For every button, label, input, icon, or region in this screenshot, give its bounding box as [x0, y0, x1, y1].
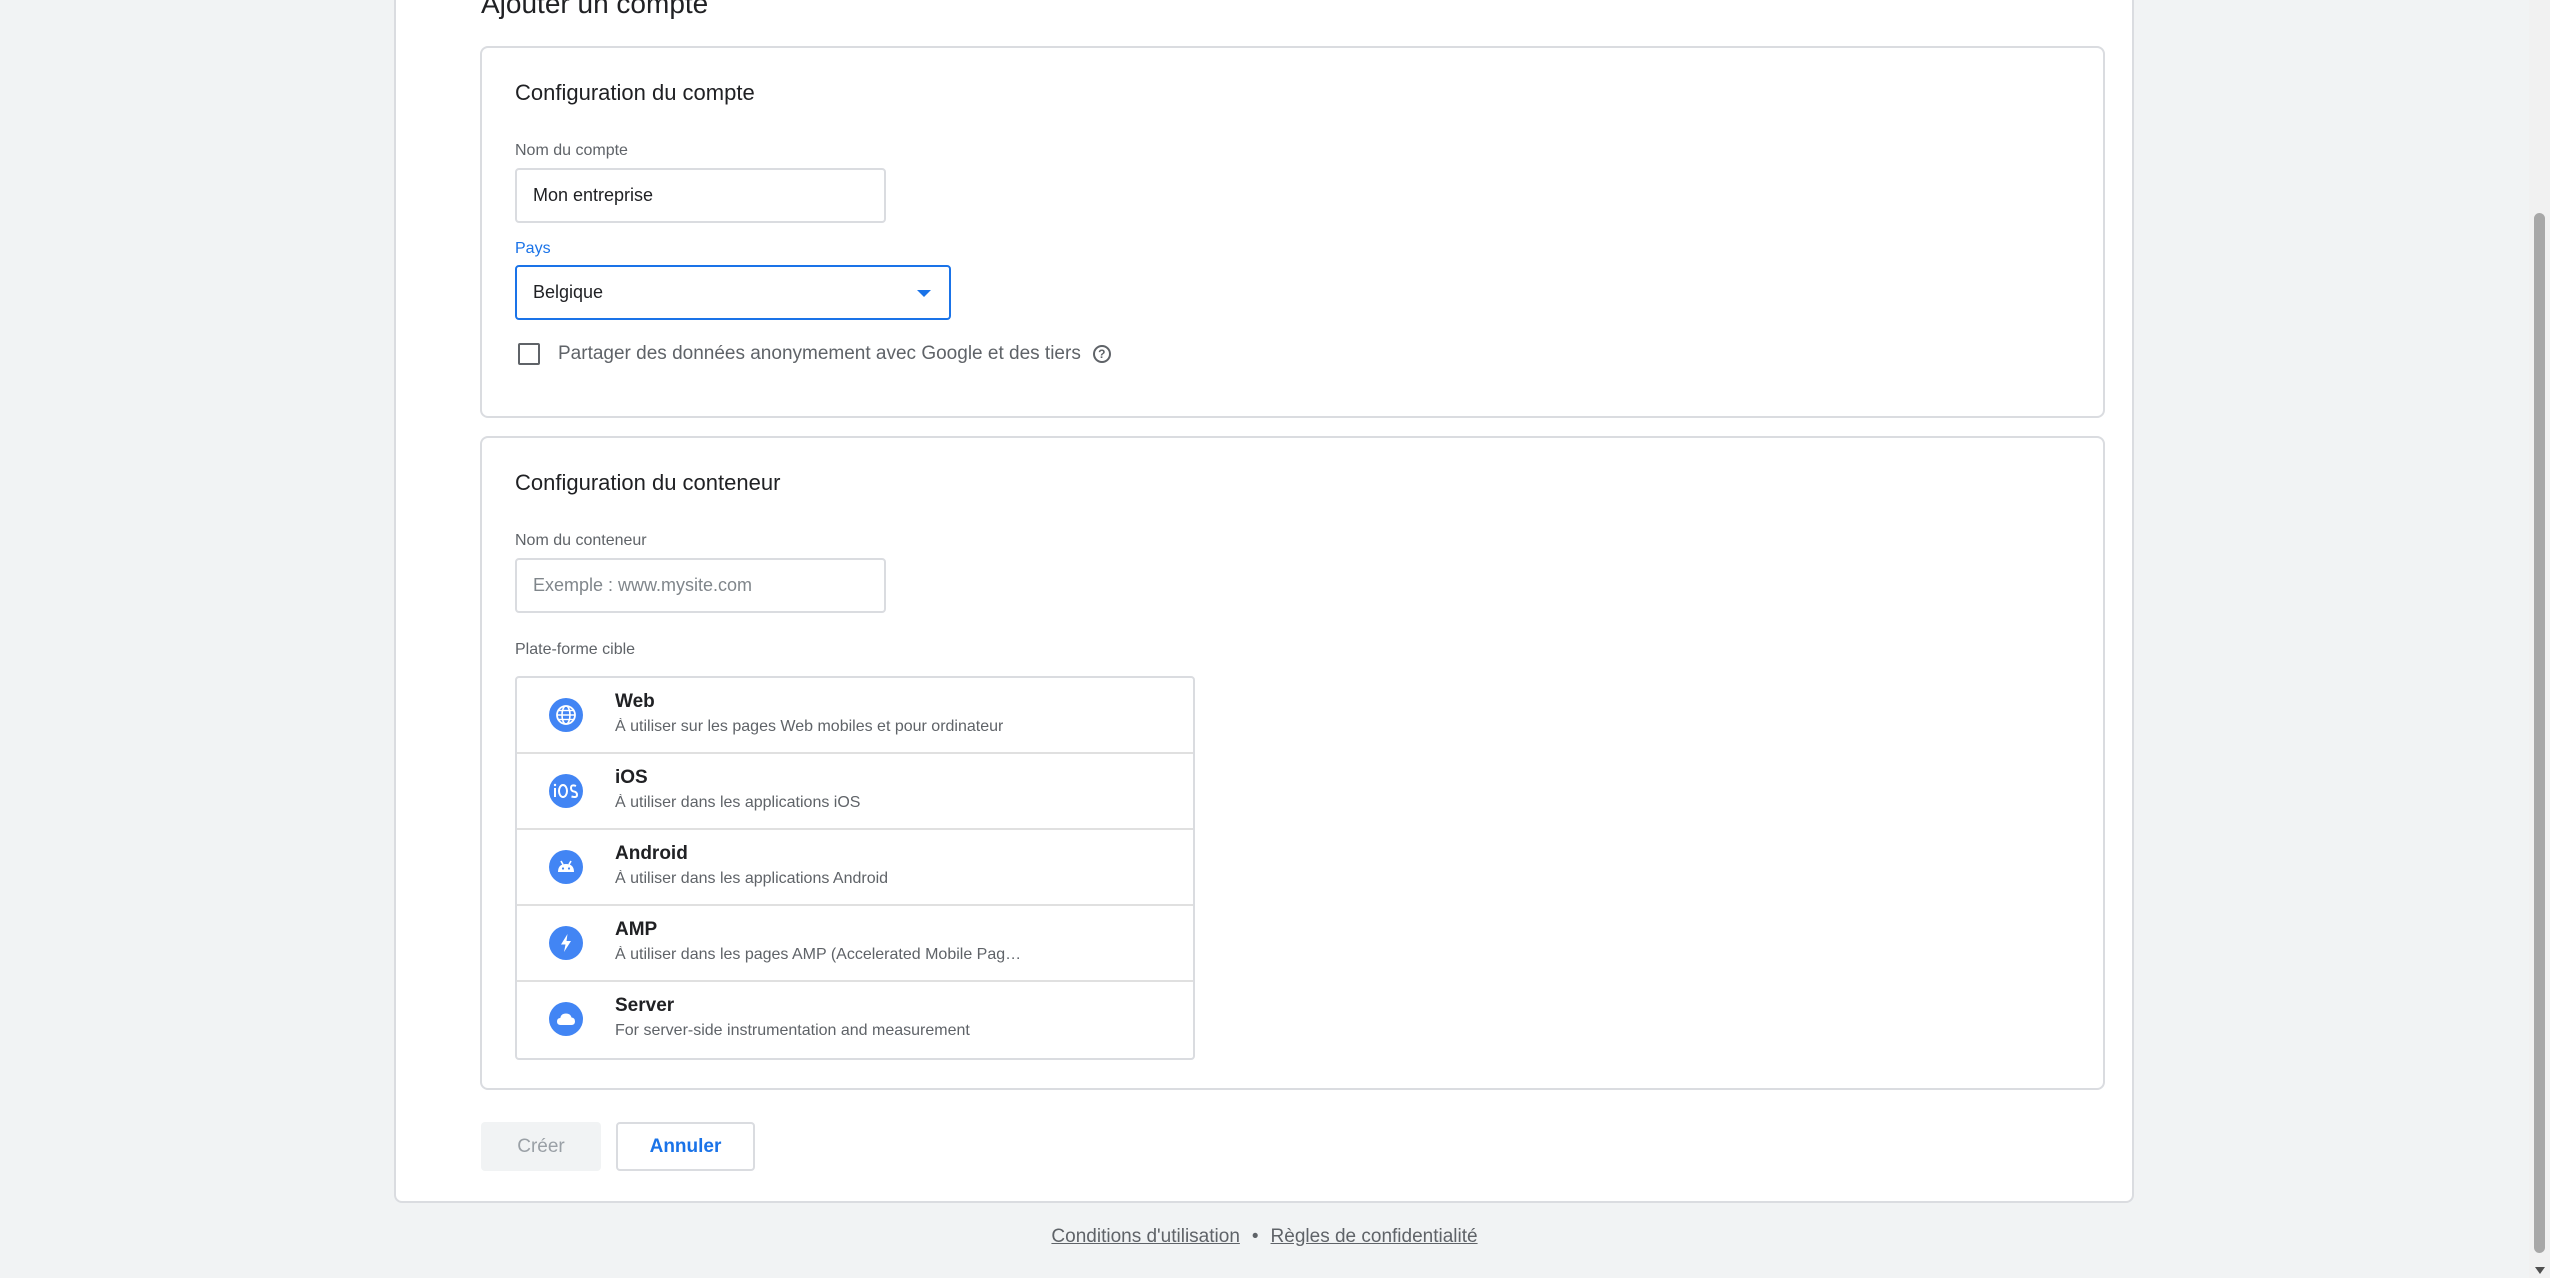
platform-option-web[interactable]: Web À utiliser sur les pages Web mobiles… [517, 678, 1193, 754]
account-section-title: Configuration du compte [515, 80, 755, 105]
platform-label: Plate-forme cible [515, 641, 636, 658]
platform-name: Server [615, 995, 675, 1016]
container-section-title: Configuration du conteneur [515, 470, 781, 495]
create-button[interactable]: Créer [481, 1122, 601, 1171]
footer: Conditions d'utilisation • Règles de confi… [0, 1226, 2529, 1248]
platform-option-server[interactable]: Server For server-side instrumentation a… [517, 982, 1193, 1058]
cloud-icon [549, 1002, 583, 1036]
platform-description: À utiliser sur les pages Web mobiles et … [615, 718, 1004, 735]
page-title: Ajouter un compte [481, 0, 709, 19]
privacy-link[interactable]: Règles de confidentialité [1271, 1226, 1478, 1247]
container-name-label: Nom du conteneur [515, 532, 647, 549]
platform-description: À utiliser dans les applications Android [615, 870, 889, 887]
vertical-scrollbar[interactable] [2529, 0, 2550, 1278]
android-icon [549, 850, 583, 884]
country-select[interactable]: Belgique [515, 265, 951, 320]
platform-description: À utiliser dans les pages AMP (Accelerat… [615, 946, 1022, 963]
footer-separator: • [1251, 1226, 1259, 1247]
page: Ajouter un compte Configuration du compt… [0, 0, 2550, 1278]
platform-name: iOS [615, 767, 648, 788]
platform-name: Web [615, 691, 655, 712]
country-select-value: Belgique [533, 282, 604, 302]
country-label: Pays [515, 240, 551, 257]
globe-icon [549, 698, 583, 732]
platform-name: AMP [615, 919, 658, 940]
share-data-label: Partager des données anonymement avec Go… [558, 343, 1081, 364]
share-data-row: Partager des données anonymement avec Go… [518, 343, 1111, 365]
platform-option-ios[interactable]: iOS À utiliser dans les applications iOS [517, 754, 1193, 830]
platform-description: For server-side instrumentation and meas… [615, 1022, 970, 1039]
help-icon[interactable]: ? [1092, 345, 1111, 363]
platform-option-amp[interactable]: AMP À utiliser dans les pages AMP (Accel… [517, 906, 1193, 982]
share-data-checkbox[interactable] [518, 343, 540, 365]
cancel-button[interactable]: Annuler [616, 1122, 755, 1171]
ios-icon [549, 774, 583, 808]
account-config-section: Configuration du compte Nom du compte Pa… [480, 46, 2105, 418]
account-name-input[interactable] [515, 168, 886, 223]
platform-description: À utiliser dans les applications iOS [615, 794, 861, 811]
dropdown-arrow-icon [917, 290, 931, 297]
lightning-icon [549, 926, 583, 960]
container-name-input[interactable] [515, 558, 886, 613]
scroll-down-arrow-icon[interactable] [2535, 1267, 2545, 1274]
platform-name: Android [615, 843, 688, 864]
platform-option-android[interactable]: Android À utiliser dans les applications… [517, 830, 1193, 906]
platform-list: Web À utiliser sur les pages Web mobiles… [515, 676, 1195, 1060]
terms-link[interactable]: Conditions d'utilisation [1051, 1226, 1239, 1247]
account-name-label: Nom du compte [515, 142, 628, 159]
scrollbar-thumb[interactable] [2534, 213, 2545, 1253]
container-config-section: Configuration du conteneur Nom du conten… [480, 436, 2105, 1090]
